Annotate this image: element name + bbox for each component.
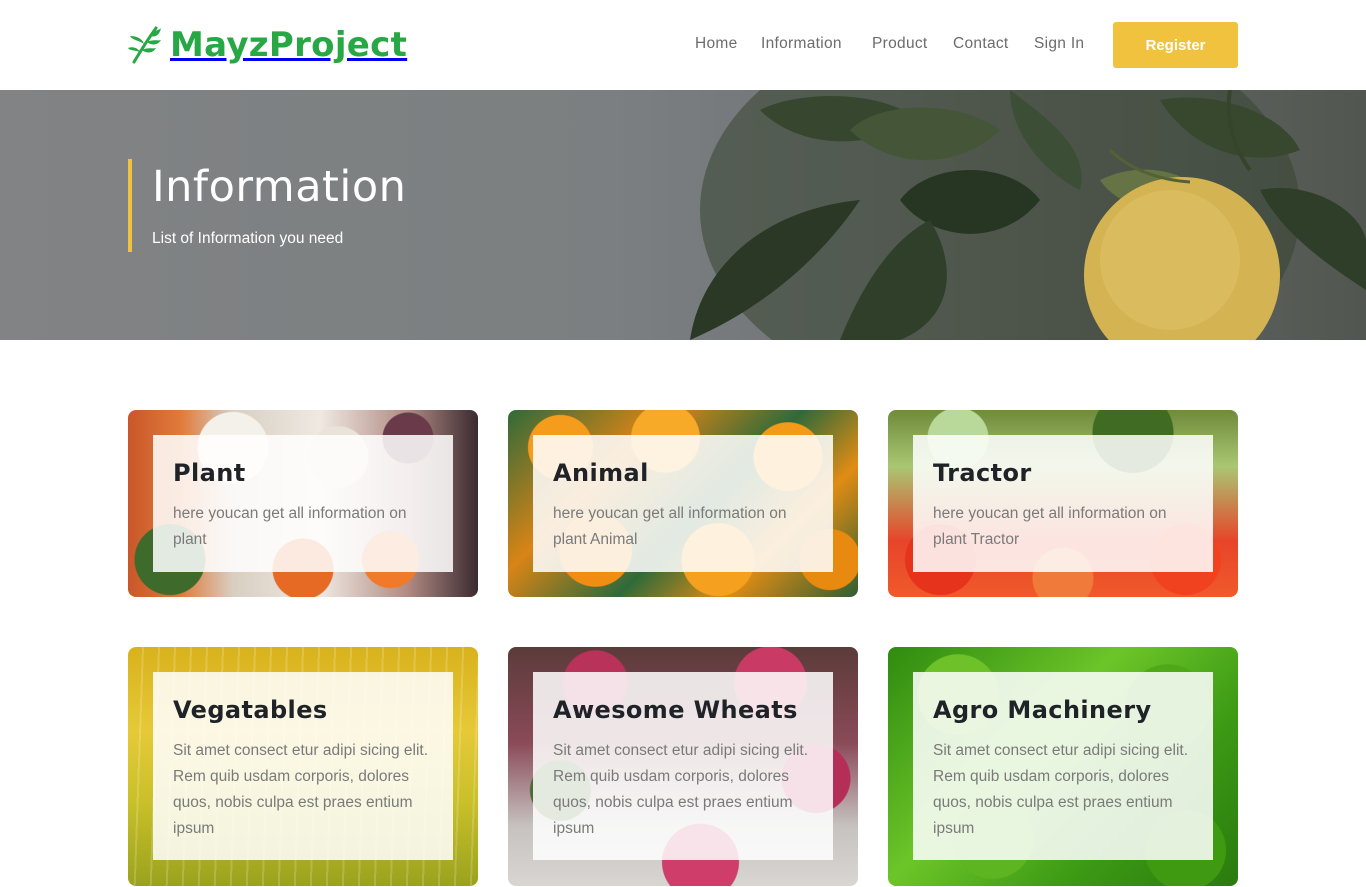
nav-contact[interactable]: Contact bbox=[953, 35, 1009, 53]
nav-product[interactable]: Product bbox=[872, 35, 928, 53]
hero-banner: Information List of Information you need bbox=[0, 90, 1366, 340]
card-panel: Plant here youcan get all information on… bbox=[153, 435, 453, 572]
card-title: Animal bbox=[553, 459, 649, 487]
card-text: Sit amet consect etur adipi sicing elit.… bbox=[173, 742, 429, 837]
info-card-vegatables[interactable]: Vegatables Sit amet consect etur adipi s… bbox=[128, 647, 478, 886]
nav-sign-in[interactable]: Sign In bbox=[1034, 35, 1084, 53]
hero-background-image bbox=[0, 90, 1366, 340]
card-panel: Agro Machinery Sit amet consect etur adi… bbox=[913, 672, 1213, 860]
card-panel: Awesome Wheats Sit amet consect etur adi… bbox=[533, 672, 833, 860]
nav-information[interactable]: Information bbox=[761, 35, 842, 53]
hero-accent-bar bbox=[128, 159, 132, 252]
leaf-icon bbox=[128, 26, 161, 64]
brand-logo[interactable]: MayzProject bbox=[128, 22, 407, 68]
register-button[interactable]: Register bbox=[1113, 22, 1238, 68]
card-panel: Vegatables Sit amet consect etur adipi s… bbox=[153, 672, 453, 860]
card-text: here youcan get all information on plant bbox=[173, 505, 407, 548]
card-title: Vegatables bbox=[173, 696, 328, 724]
card-title: Agro Machinery bbox=[933, 696, 1152, 724]
card-title: Plant bbox=[173, 459, 246, 487]
info-card-tractor[interactable]: Tractor here youcan get all information … bbox=[888, 410, 1238, 597]
card-text: here youcan get all information on plant… bbox=[553, 505, 787, 548]
info-card-animal[interactable]: Animal here youcan get all information o… bbox=[508, 410, 858, 597]
site-header: MayzProject Home Information Product Con… bbox=[0, 0, 1366, 90]
info-card-awesome-wheats[interactable]: Awesome Wheats Sit amet consect etur adi… bbox=[508, 647, 858, 886]
card-panel: Animal here youcan get all information o… bbox=[533, 435, 833, 572]
info-card-agro-machinery[interactable]: Agro Machinery Sit amet consect etur adi… bbox=[888, 647, 1238, 886]
card-text: Sit amet consect etur adipi sicing elit.… bbox=[553, 742, 809, 837]
card-text: Sit amet consect etur adipi sicing elit.… bbox=[933, 742, 1189, 837]
nav-home[interactable]: Home bbox=[695, 35, 738, 53]
card-title: Awesome Wheats bbox=[553, 696, 798, 724]
brand-name: MayzProject bbox=[170, 25, 408, 65]
page-title: Information bbox=[152, 162, 407, 212]
card-text: here youcan get all information on plant… bbox=[933, 505, 1167, 548]
card-panel: Tractor here youcan get all information … bbox=[913, 435, 1213, 572]
page-subtitle: List of Information you need bbox=[152, 230, 344, 247]
info-card-plant[interactable]: Plant here youcan get all information on… bbox=[128, 410, 478, 597]
card-title: Tractor bbox=[933, 459, 1032, 487]
